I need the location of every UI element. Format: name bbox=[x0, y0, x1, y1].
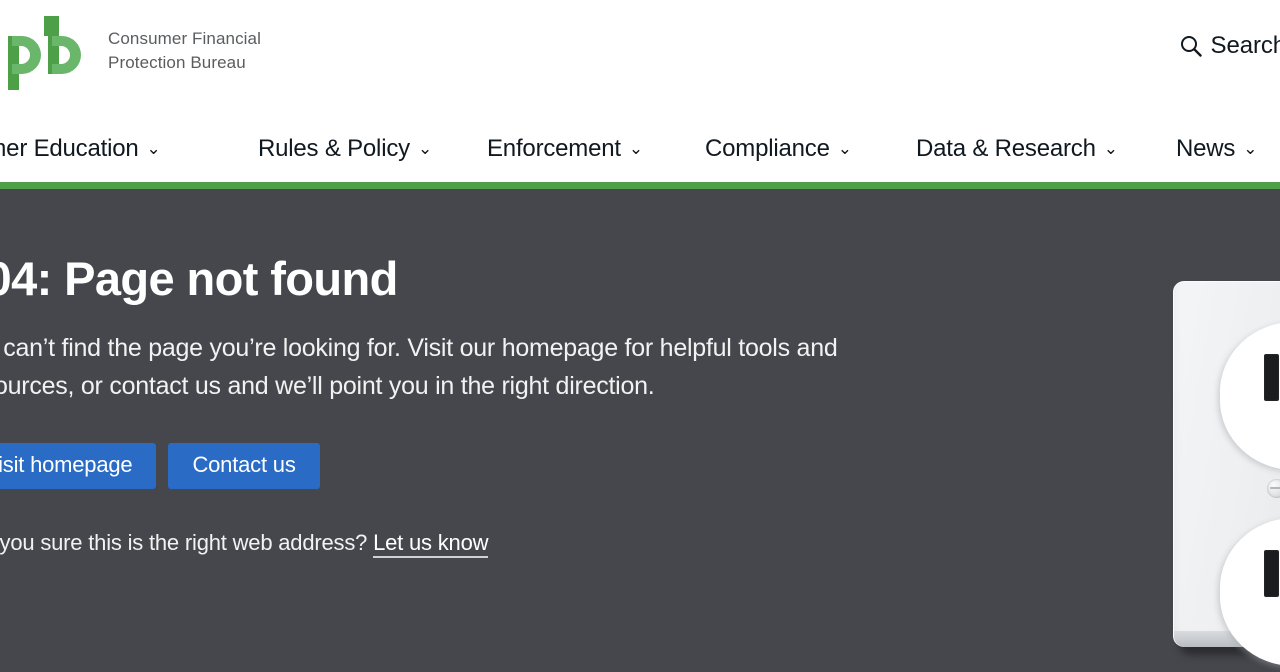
wordmark-line-1: Consumer Financial bbox=[108, 29, 261, 48]
chevron-down-icon: ⌄ bbox=[628, 139, 643, 158]
chevron-down-icon: ⌄ bbox=[146, 139, 161, 158]
search-icon bbox=[1180, 35, 1202, 57]
cfpb-logo-mark-icon bbox=[0, 12, 96, 90]
wordmark-line-2: Protection Bureau bbox=[108, 53, 246, 72]
chevron-down-icon: ⌄ bbox=[837, 139, 852, 158]
site-header: Consumer Financial Protection Bureau Sea… bbox=[0, 0, 1280, 182]
outlet-faceplate bbox=[1173, 281, 1280, 666]
chevron-down-icon: ⌄ bbox=[1103, 139, 1118, 158]
electrical-outlet-illustration bbox=[1173, 281, 1280, 666]
outlet-slot-left bbox=[1264, 550, 1279, 597]
contact-us-button[interactable]: Contact us bbox=[168, 443, 320, 489]
let-us-know-link[interactable]: Let us know bbox=[373, 530, 488, 558]
nav-label: Enforcement bbox=[487, 135, 621, 162]
nav-label: Compliance bbox=[705, 135, 830, 162]
nav-label: Data & Research bbox=[916, 135, 1096, 162]
nav-item-enforcement[interactable]: Enforcement ⌄ bbox=[487, 135, 643, 163]
nav-item-data-research[interactable]: Data & Research ⌄ bbox=[916, 135, 1118, 163]
nav-item-compliance[interactable]: Compliance ⌄ bbox=[705, 135, 852, 163]
chevron-down-icon: ⌄ bbox=[1243, 139, 1258, 158]
error-content: 404: Page not found We can’t find the pa… bbox=[0, 251, 900, 558]
outlet-screw bbox=[1267, 479, 1280, 498]
nav-item-rules-policy[interactable]: Rules & Policy ⌄ bbox=[258, 135, 432, 163]
error-page-main: 404: Page not found We can’t find the pa… bbox=[0, 189, 1280, 672]
search-label: Search bbox=[1210, 32, 1280, 59]
cfpb-wordmark: Consumer Financial Protection Bureau bbox=[108, 27, 261, 75]
chevron-down-icon: ⌄ bbox=[417, 139, 432, 158]
web-address-question: Are you sure this is the right web addre… bbox=[0, 530, 368, 555]
nav-label: Rules & Policy bbox=[258, 135, 410, 162]
outlet-slot-left bbox=[1264, 354, 1279, 401]
search-button[interactable]: Search bbox=[1180, 32, 1280, 60]
nav-item-consumer-education[interactable]: Consumer Education ⌄ bbox=[0, 135, 161, 163]
visit-homepage-button[interactable]: Visit homepage bbox=[0, 443, 157, 489]
outlet-socket-top bbox=[1220, 322, 1280, 470]
site-logo[interactable]: Consumer Financial Protection Bureau bbox=[0, 12, 261, 90]
action-buttons: Visit homepage Contact us bbox=[0, 443, 900, 489]
nav-item-news[interactable]: News ⌄ bbox=[1176, 135, 1257, 163]
nav-label: Consumer Education bbox=[0, 135, 139, 162]
header-accent-bar bbox=[0, 182, 1280, 189]
page-title: 404: Page not found bbox=[0, 252, 398, 305]
web-address-prompt: Are you sure this is the right web addre… bbox=[0, 529, 900, 558]
nav-label: News bbox=[1176, 135, 1236, 162]
error-description: We can’t find the page you’re looking fo… bbox=[0, 334, 838, 400]
primary-nav: Consumer Education ⌄ Rules & Policy ⌄ En… bbox=[0, 128, 1280, 174]
